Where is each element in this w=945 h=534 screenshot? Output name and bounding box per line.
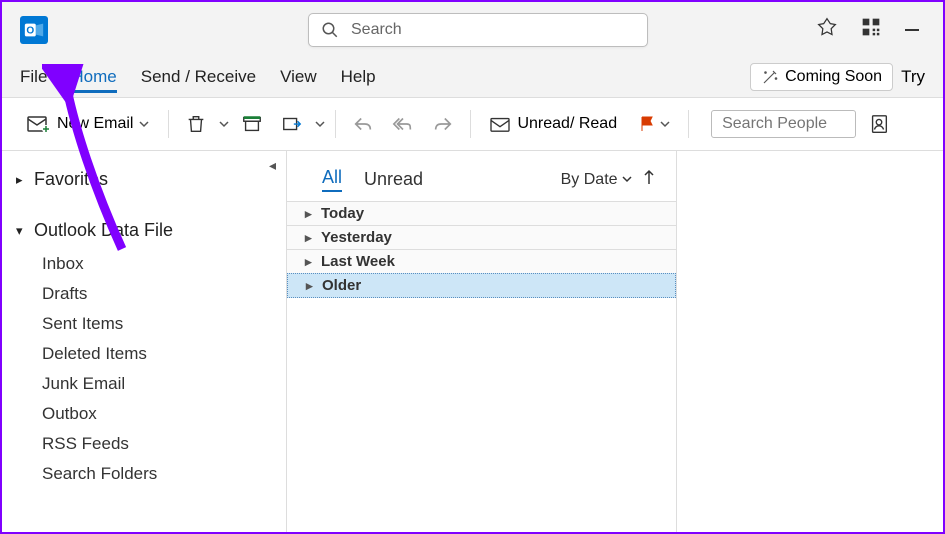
- move-button[interactable]: [275, 107, 309, 141]
- delete-dropdown[interactable]: [219, 119, 229, 129]
- sort-direction-button[interactable]: [642, 169, 656, 190]
- favorites-label: Favorites: [34, 169, 108, 190]
- svg-text:O: O: [26, 25, 34, 36]
- separator: [168, 110, 169, 138]
- mail-icon: [27, 114, 51, 134]
- folder-search-folders[interactable]: Search Folders: [12, 459, 274, 489]
- separator: [688, 110, 689, 138]
- coming-soon-label: Coming Soon: [785, 68, 882, 86]
- group-label: Older: [322, 277, 361, 294]
- group-last-week[interactable]: ▸Last Week: [287, 249, 676, 274]
- group-yesterday[interactable]: ▸Yesterday: [287, 225, 676, 250]
- separator: [470, 110, 471, 138]
- sort-button[interactable]: By Date: [561, 171, 632, 189]
- tab-file[interactable]: File: [20, 61, 47, 93]
- archive-button[interactable]: [235, 107, 269, 141]
- unread-read-button[interactable]: Unread/ Read: [481, 111, 625, 137]
- folder-junk-email[interactable]: Junk Email: [12, 369, 274, 399]
- separator: [335, 110, 336, 138]
- data-file-section[interactable]: ▾Outlook Data File: [12, 212, 274, 249]
- folder-pane: ◂ ▸Favorites ▾Outlook Data File Inbox Dr…: [2, 151, 287, 532]
- new-email-label: New Email: [57, 115, 133, 133]
- search-people-input[interactable]: [711, 110, 856, 138]
- arrow-up-icon: [642, 169, 656, 185]
- group-label: Today: [321, 205, 364, 222]
- reading-pane: [677, 151, 943, 532]
- address-book-button[interactable]: [862, 107, 896, 141]
- minimize-button[interactable]: [905, 29, 919, 31]
- search-placeholder: Search: [351, 21, 402, 39]
- folder-outbox[interactable]: Outbox: [12, 399, 274, 429]
- forward-button[interactable]: [426, 107, 460, 141]
- sort-label: By Date: [561, 171, 618, 188]
- flag-icon: [639, 115, 657, 133]
- group-today[interactable]: ▸Today: [287, 201, 676, 226]
- folder-rss-feeds[interactable]: RSS Feeds: [12, 429, 274, 459]
- try-label[interactable]: Try: [901, 67, 925, 87]
- titlebar: O Search: [2, 2, 943, 57]
- folder-drafts[interactable]: Drafts: [12, 279, 274, 309]
- tab-view[interactable]: View: [280, 61, 317, 93]
- folder-inbox[interactable]: Inbox: [12, 249, 274, 279]
- tab-help[interactable]: Help: [341, 61, 376, 93]
- flag-button[interactable]: [631, 111, 678, 137]
- filter-row: All Unread By Date: [287, 159, 676, 202]
- group-label: Yesterday: [321, 229, 392, 246]
- tab-bar: File Home Send / Receive View Help Comin…: [2, 57, 943, 97]
- reply-button[interactable]: [346, 107, 380, 141]
- message-list: All Unread By Date ▸Today ▸Yesterday ▸La…: [287, 151, 677, 532]
- tab-home[interactable]: Home: [71, 61, 116, 93]
- collapse-pane-button[interactable]: ◂: [269, 157, 276, 174]
- wand-icon: [761, 68, 779, 86]
- envelope-icon: [489, 115, 511, 133]
- favorites-section[interactable]: ▸Favorites: [12, 161, 274, 198]
- move-dropdown[interactable]: [315, 119, 325, 129]
- chevron-down-icon: [622, 174, 632, 184]
- group-label: Last Week: [321, 253, 395, 270]
- tab-send-receive[interactable]: Send / Receive: [141, 61, 256, 93]
- coming-soon-button[interactable]: Coming Soon: [750, 63, 893, 91]
- premium-icon[interactable]: [817, 17, 837, 42]
- chevron-down-icon: [660, 119, 670, 129]
- delete-button[interactable]: [179, 107, 213, 141]
- folder-deleted-items[interactable]: Deleted Items: [12, 339, 274, 369]
- outlook-logo: O: [20, 16, 48, 44]
- ribbon: New Email Unread/ Read: [2, 97, 943, 151]
- content-area: ◂ ▸Favorites ▾Outlook Data File Inbox Dr…: [2, 151, 943, 532]
- new-email-button[interactable]: New Email: [18, 109, 158, 139]
- chevron-down-icon: [139, 119, 149, 129]
- search-icon: [321, 21, 339, 39]
- data-file-label: Outlook Data File: [34, 220, 173, 241]
- folder-sent-items[interactable]: Sent Items: [12, 309, 274, 339]
- filter-all[interactable]: All: [322, 167, 342, 192]
- filter-unread[interactable]: Unread: [364, 169, 423, 190]
- global-search-input[interactable]: Search: [308, 13, 648, 47]
- reply-all-button[interactable]: [386, 107, 420, 141]
- group-older[interactable]: ▸Older: [287, 273, 676, 298]
- qr-icon[interactable]: [861, 17, 881, 42]
- unread-read-label: Unread/ Read: [517, 115, 617, 133]
